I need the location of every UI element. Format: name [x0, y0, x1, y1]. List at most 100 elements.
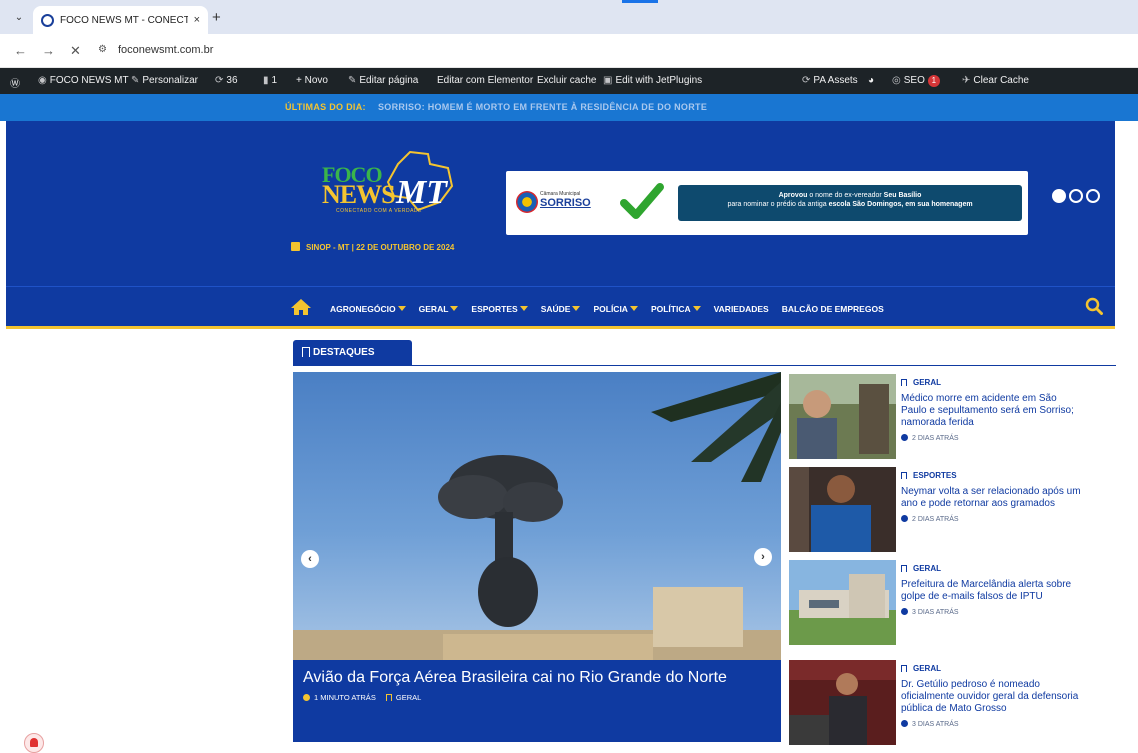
url-field[interactable]: foconewsmt.com.br — [118, 44, 213, 56]
clock-icon — [901, 720, 908, 727]
admin-site-name-label: FOCO NEWS MT — [49, 75, 129, 86]
tab-title: FOCO NEWS MT - CONECTADO — [60, 14, 188, 26]
banner-line1: Aprovou o nome do ex-vereador Seu Basíli… — [678, 192, 1022, 199]
admin-theme-icon[interactable]: ◕ — [868, 75, 874, 86]
admin-edit-elementor[interactable]: Editar com Elementor — [437, 75, 533, 86]
menu-item-politica[interactable]: POLÍTICA — [651, 304, 701, 314]
bookmark-icon — [901, 565, 907, 572]
chevron-down-icon — [572, 306, 581, 311]
comment-icon: ▮ — [263, 75, 269, 86]
admin-new[interactable]: + Novo — [296, 75, 328, 86]
menu-item-policia[interactable]: POLÍCIA — [593, 304, 638, 314]
tab-list-dropdown-icon[interactable]: ⌄ — [10, 8, 28, 26]
admin-jetplugins-label: Edit with JetPlugins — [615, 75, 703, 86]
hero-meta: 1 MINUTO ATRÁS GERAL — [303, 693, 771, 702]
site-logo[interactable]: FOCO NEWS MT CONECTADO COM A VERDADE — [318, 150, 458, 230]
slider-next-button[interactable]: › — [754, 548, 772, 566]
side-news-title[interactable]: Prefeitura de Marcelândia alerta sobre g… — [901, 579, 1081, 603]
admin-updates[interactable]: ⟳ 36 — [215, 75, 238, 86]
forward-icon[interactable]: → — [42, 43, 55, 58]
site-info-icon[interactable]: ⚙ — [98, 44, 107, 55]
side-news-time: 2 DIAS ATRÁS — [912, 516, 959, 523]
seo-notification-badge: 1 — [927, 75, 940, 87]
menu-item-saude[interactable]: SAÚDE — [541, 304, 581, 314]
logo-news: NEWS — [322, 180, 396, 209]
stop-loading-icon[interactable]: ✕ — [70, 43, 81, 59]
bookmark-icon — [901, 472, 907, 479]
tab-close-icon[interactable]: × — [194, 14, 200, 26]
hero-title[interactable]: Avião da Força Aérea Brasileira cai no R… — [303, 668, 771, 687]
bookmark-icon — [385, 694, 392, 701]
menu-item-variedades[interactable]: VARIEDADES — [714, 304, 769, 314]
chevron-down-icon — [629, 306, 638, 311]
ad-banner-camara-sorriso[interactable]: Câmara Municipal SORRISO Aprovou o nome … — [506, 171, 1028, 235]
smoke-plume-image — [438, 455, 563, 627]
side-news-category[interactable]: GERAL — [901, 664, 1081, 673]
camara-seal-icon — [516, 191, 538, 213]
side-news-title[interactable]: Neymar volta a ser relacionado após um a… — [901, 486, 1081, 510]
browser-tab-active[interactable]: FOCO NEWS MT - CONECTADO × — [33, 6, 208, 34]
admin-seo[interactable]: ◎ SEO 1 — [892, 75, 940, 87]
side-news-item[interactable]: GERAL Médico morre em acidente em São Pa… — [789, 374, 1109, 462]
side-news-item[interactable]: ESPORTES Neymar volta a ser relacionado … — [789, 467, 1109, 555]
browser-tabbar: ⌄ FOCO NEWS MT - CONECTADO × + — [0, 0, 1138, 34]
wordpress-logo-icon[interactable]: Ⓦ — [10, 75, 20, 90]
menu-item-label: VARIEDADES — [713, 304, 769, 314]
notification-bell-icon[interactable] — [24, 733, 44, 753]
side-news-title[interactable]: Médico morre em acidente em São Paulo e … — [901, 393, 1081, 429]
admin-seo-label: SEO — [903, 75, 925, 86]
section-title: DESTAQUES — [313, 347, 375, 358]
slider-prev-button[interactable]: ‹ — [301, 550, 319, 568]
search-icon[interactable] — [1085, 297, 1103, 315]
side-news-item[interactable]: GERAL Dr. Getúlio pedroso é nomeado ofic… — [789, 660, 1109, 748]
side-news-item[interactable]: GERAL Prefeitura de Marcelândia alerta s… — [789, 560, 1109, 648]
admin-jetplugins[interactable]: ▣ Edit with JetPlugins — [603, 75, 702, 86]
admin-comments[interactable]: ▮ 1 — [263, 75, 277, 86]
section-tab-destaques[interactable]: DESTAQUES — [293, 340, 412, 366]
side-news-info: ESPORTES Neymar volta a ser relacionado … — [901, 471, 1081, 523]
menu-item-agronegocio[interactable]: AGRONEGÓCIO — [330, 304, 406, 314]
tab-strip-indicator — [622, 0, 658, 3]
menu-item-balcao-de-empregos[interactable]: BALCÃO DE EMPREGOS — [782, 304, 884, 314]
address-bar: ← → ✕ ⚙ foconewsmt.com.br — [0, 34, 1138, 68]
side-news-meta: 2 DIAS ATRÁS — [901, 434, 1081, 442]
admin-edit-page[interactable]: ✎ Editar página — [348, 75, 418, 86]
brush-icon: ✎ — [131, 75, 140, 86]
checkmark-icon — [620, 183, 664, 219]
hero-category[interactable]: GERAL — [396, 693, 421, 702]
back-icon[interactable]: ← — [14, 43, 27, 58]
side-news-category[interactable]: GERAL — [901, 378, 1081, 387]
side-news-category[interactable]: ESPORTES — [901, 471, 1081, 480]
admin-customize[interactable]: ✎ Personalizar — [131, 75, 198, 86]
pencil-icon: ✎ — [348, 75, 357, 86]
admin-clear-cache-en[interactable]: ✈ Clear Cache — [962, 75, 1029, 86]
palm-leaves-image — [651, 372, 781, 482]
side-news-category[interactable]: GERAL — [901, 564, 1081, 573]
whatsapp-icon[interactable] — [1086, 189, 1100, 203]
admin-clear-cache-en-label: Clear Cache — [973, 75, 1029, 86]
side-news-title[interactable]: Dr. Getúlio pedroso é nomeado oficialmen… — [901, 679, 1081, 715]
side-news-info: GERAL Médico morre em acidente em São Pa… — [901, 378, 1081, 442]
bookmark-icon — [901, 665, 907, 672]
featured-slider[interactable]: ‹ › Avião da Força Aérea Brasileira cai … — [293, 372, 781, 742]
admin-pa-assets[interactable]: ⟳ PA Assets — [802, 75, 858, 86]
hero-building — [653, 587, 743, 647]
social-links — [1052, 189, 1100, 203]
facebook-icon[interactable] — [1052, 189, 1066, 203]
main-menu-bar: AGRONEGÓCIO GERAL ESPORTES SAÚDE POLÍCIA… — [6, 286, 1115, 329]
menu-item-geral[interactable]: GERAL — [419, 304, 459, 314]
menu-item-esportes[interactable]: ESPORTES — [471, 304, 528, 314]
home-icon[interactable] — [290, 298, 312, 316]
instagram-icon[interactable] — [1069, 189, 1083, 203]
chevron-down-icon — [519, 306, 528, 311]
clock-icon — [901, 434, 908, 441]
side-news-category-label: ESPORTES — [913, 471, 957, 480]
new-tab-button[interactable]: + — [212, 9, 221, 26]
ticker-headline[interactable]: SORRISO: HOMEM É MORTO EM FRENTE À RESID… — [378, 102, 707, 112]
chevron-down-icon — [692, 306, 701, 311]
side-news-info: GERAL Prefeitura de Marcelândia alerta s… — [901, 564, 1081, 616]
admin-site-name[interactable]: ◉ FOCO NEWS MT — [38, 75, 129, 86]
admin-clear-cache[interactable]: Excluir cache — [537, 75, 596, 86]
pa-refresh-icon: ⟳ — [802, 75, 811, 86]
calendar-icon — [291, 242, 300, 251]
